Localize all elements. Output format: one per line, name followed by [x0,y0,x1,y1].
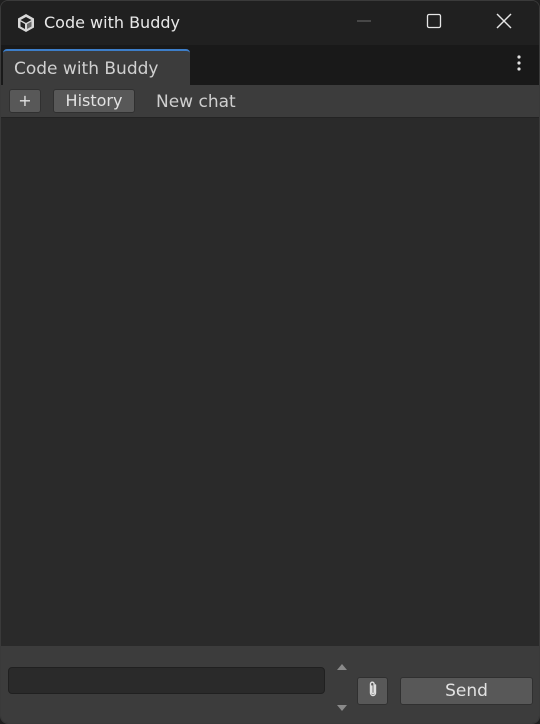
app-window: Code with Buddy Code with Buddy + Histor… [0,0,540,724]
send-button[interactable]: Send [400,677,533,705]
conversation-title: New chat [156,92,236,112]
tab-strip: Code with Buddy [1,45,539,85]
chat-message-area[interactable] [1,118,539,646]
close-icon [496,13,512,33]
attach-button[interactable] [357,677,388,705]
maximize-button[interactable] [399,1,469,45]
new-chat-button[interactable]: + [9,89,41,113]
minimize-button[interactable] [329,1,399,45]
scroll-down-arrow-icon[interactable] [335,698,349,711]
tab-code-with-buddy[interactable]: Code with Buddy [3,49,190,85]
tab-label: Code with Buddy [14,59,159,79]
close-button[interactable] [469,1,539,45]
more-options-button[interactable] [509,53,529,77]
chat-toolbar: + History New chat [1,85,539,118]
minimize-icon [356,13,372,33]
composer-panel: Send [1,646,539,723]
unity-cube-icon [16,13,36,33]
kebab-menu-icon [517,55,521,75]
maximize-icon [426,13,442,33]
title-bar[interactable]: Code with Buddy [1,1,539,45]
scroll-up-arrow-icon[interactable] [335,657,349,670]
message-input[interactable] [8,667,325,694]
paperclip-icon [366,680,380,702]
window-title: Code with Buddy [44,13,180,32]
history-button[interactable]: History [53,89,135,113]
